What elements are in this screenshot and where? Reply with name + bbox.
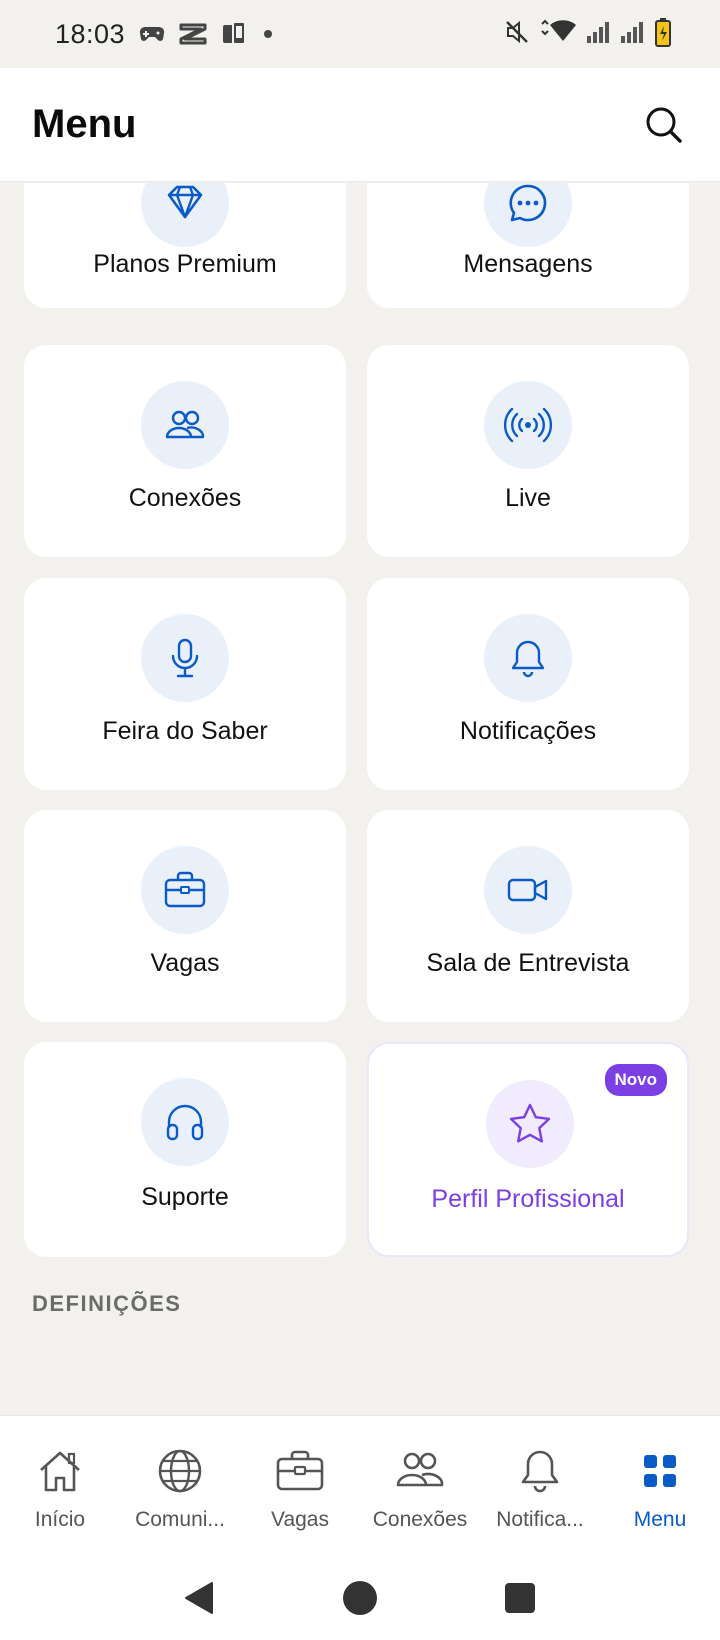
wifi-icon [538,19,578,50]
gamepad-icon [139,25,165,43]
card-suporte[interactable]: Suporte [24,1042,346,1257]
microphone-icon [171,638,199,678]
briefcase-icon [164,871,206,908]
recents-button[interactable] [440,1582,600,1614]
nav-item-inicio[interactable]: Início [0,1416,120,1556]
search-button[interactable] [642,103,686,147]
capcut-icon [179,23,207,45]
status-notification-icons [139,21,273,47]
mute-icon [504,19,530,50]
back-button[interactable] [120,1580,280,1616]
nav-label: Notifica... [496,1508,584,1531]
card-perfil-profissional[interactable]: Novo Perfil Profissional [367,1042,689,1257]
card-label: Mensagens [463,250,593,278]
nav-label: Início [34,1508,86,1531]
nav-label: Vagas [271,1508,329,1531]
signal-2-icon [620,20,646,49]
search-icon [646,107,682,143]
nav-item-vagas[interactable]: Vagas [240,1416,360,1556]
nav-label: Comuni... [135,1508,225,1531]
home-circle-icon [343,1580,377,1615]
nav-item-notificacoes[interactable]: Notifica... [480,1416,600,1556]
people-icon [165,410,205,439]
video-camera-icon [507,878,548,902]
card-conexoes[interactable]: Conexões [24,345,346,557]
card-icon-bg [141,381,229,469]
menu-grid: Planos Premium Mensagens Conexões Live F… [0,183,720,1415]
card-planos-premium[interactable]: Planos Premium [24,183,346,308]
new-badge: Novo [604,1064,667,1096]
card-label: Vagas [150,949,220,977]
back-triangle-icon [185,1581,213,1614]
card-mensagens[interactable]: Mensagens [367,183,689,308]
card-icon-bg [141,846,229,934]
dot-icon [263,29,273,39]
recents-square-icon [505,1582,535,1613]
card-label: Conexões [128,484,242,512]
card-label: Notificações [459,717,597,745]
diamond-icon [167,185,203,219]
section-title-definicoes: DEFINIÇÕES [32,1291,182,1316]
card-label: Suporte [141,1183,229,1211]
people-icon [395,1446,445,1496]
card-icon-bg [484,381,572,469]
card-label: Sala de Entrevista [426,949,630,977]
app-header: Menu [0,68,720,182]
card-icon-bg [486,1080,574,1168]
card-icon-bg [484,846,572,934]
card-vagas[interactable]: Vagas [24,810,346,1022]
card-icon-bg [141,614,229,702]
status-time: 18:03 [55,18,126,49]
system-navigation-bar [0,1555,720,1640]
battery-icon [654,17,672,52]
bell-icon [518,1446,562,1496]
status-bar: 18:03 [0,0,720,68]
nav-item-conexoes[interactable]: Conexões [360,1416,480,1556]
card-icon-bg [484,183,572,247]
device-icon [221,21,249,47]
card-label: Feira do Saber [102,717,268,745]
nav-item-comunidade[interactable]: Comuni... [120,1416,240,1556]
star-icon [509,1103,551,1143]
nav-label: Conexões [372,1508,468,1531]
globe-icon [157,1446,203,1496]
nav-label: Menu [633,1508,687,1531]
card-icon-bg [484,614,572,702]
grid-icon [642,1446,678,1496]
status-system-icons [504,17,672,52]
bottom-navigation: Início Comuni... Vagas Conexões Notifica… [0,1415,720,1555]
broadcast-icon [504,407,552,443]
signal-1-icon [586,20,612,49]
home-button[interactable] [280,1580,440,1616]
card-icon-bg [141,1078,229,1166]
card-sala-de-entrevista[interactable]: Sala de Entrevista [367,810,689,1022]
card-notificacoes[interactable]: Notificações [367,578,689,790]
card-label: Live [505,484,551,512]
briefcase-icon [275,1446,325,1496]
card-label: Planos Premium [93,250,277,278]
page-title: Menu [32,102,137,146]
bell-icon [511,640,545,678]
card-live[interactable]: Live [367,345,689,557]
card-feira-do-saber[interactable]: Feira do Saber [24,578,346,790]
home-icon [36,1446,84,1496]
card-label: Perfil Profissional [431,1185,625,1213]
headphones-icon [166,1104,204,1141]
chat-bubble-icon [509,184,547,222]
card-icon-bg [141,183,229,247]
nav-item-menu[interactable]: Menu [600,1416,720,1556]
